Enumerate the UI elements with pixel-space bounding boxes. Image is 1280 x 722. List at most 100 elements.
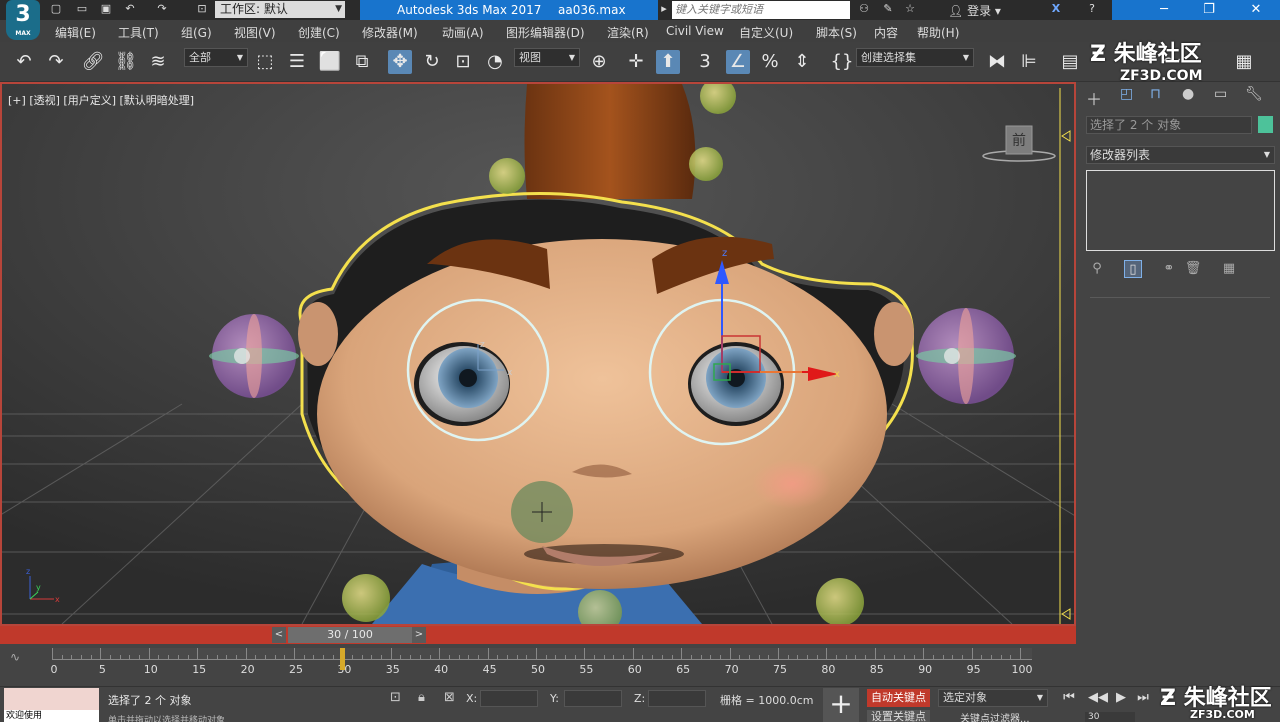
reference-coord-dropdown[interactable]: 视图 ▼ (514, 48, 580, 67)
remove-modifier-icon[interactable]: 🗑︎ (1184, 260, 1202, 278)
window-crossing-icon[interactable]: ⧉ (350, 50, 374, 74)
restore-icon[interactable]: ❐ (1189, 0, 1229, 20)
angle-snap-icon[interactable]: ∠ (726, 50, 750, 74)
maxscript-listener[interactable] (4, 688, 99, 710)
menu-views[interactable]: 视图(V) (234, 24, 276, 41)
modifier-stack[interactable] (1086, 170, 1275, 251)
previous-frame-icon[interactable]: ◀◀ (1088, 690, 1108, 705)
exchange-icon[interactable]: X (1048, 2, 1064, 16)
viewcube-front[interactable]: 前 (1012, 130, 1026, 150)
app-logo-icon[interactable]: 3 MAX (6, 0, 40, 40)
redo-small-icon[interactable]: ↷ (154, 2, 170, 16)
selection-filter-dropdown[interactable]: 全部 ▼ (184, 48, 248, 67)
menu-help[interactable]: 帮助(H) (917, 24, 959, 41)
select-scale-icon[interactable]: ⊡ (451, 50, 475, 74)
menu-group[interactable]: 组(G) (181, 24, 212, 41)
utilities-tab-icon[interactable]: 🔧︎ (1245, 86, 1263, 102)
select-by-name-icon[interactable]: ☰ (285, 50, 309, 74)
layer-manager-icon[interactable]: ▤ (1058, 50, 1082, 74)
minimize-icon[interactable]: ─ (1144, 0, 1184, 20)
favorite-star-icon[interactable]: ☆ (902, 2, 918, 16)
help-icon[interactable]: ? (1084, 2, 1100, 16)
time-slider-thumb[interactable]: 30 / 100 (288, 627, 412, 643)
viewport-shading-label[interactable]: [默认明暗处理] (120, 94, 195, 107)
menu-animation[interactable]: 动画(A) (442, 24, 484, 41)
z-coord-field[interactable] (648, 690, 706, 707)
time-next-button[interactable]: > (412, 627, 426, 643)
menu-graph-editors[interactable]: 图形编辑器(D) (506, 24, 585, 41)
viewport-menu-label[interactable]: [+] (8, 94, 26, 107)
go-to-start-icon[interactable]: ⏮ (1060, 690, 1078, 705)
pivot-center-icon[interactable]: ⊕ (587, 50, 611, 74)
align-icon[interactable]: ⊫ (1017, 50, 1041, 74)
percent-snap-icon[interactable]: % (758, 50, 782, 74)
selection-lock-icon[interactable]: 🔒︎ (418, 690, 425, 705)
curve-editor-mini-icon[interactable]: ∿ (10, 650, 20, 664)
object-name-field[interactable]: 选择了 2 个 对象 (1086, 116, 1252, 134)
modify-tab-icon[interactable]: ◰ (1120, 86, 1133, 102)
key-mode-dropdown[interactable]: 选定对象 ▼ (938, 689, 1048, 707)
binoculars-icon[interactable]: ⚇ (856, 2, 872, 16)
new-file-icon[interactable]: ▢ (48, 2, 64, 16)
menu-edit[interactable]: 编辑(E) (55, 24, 96, 41)
current-frame-marker[interactable] (340, 648, 346, 670)
spinner-snap-icon[interactable]: ⇕ (790, 50, 814, 74)
menu-scripting[interactable]: 脚本(S) (816, 24, 857, 41)
current-frame-field[interactable]: 30 (1085, 712, 1135, 722)
make-unique-icon[interactable]: ⚭ (1160, 260, 1178, 278)
y-coord-field[interactable] (564, 690, 622, 707)
menu-content[interactable]: 内容 (874, 24, 898, 41)
select-object-icon[interactable]: ⬚ (253, 50, 277, 74)
modifier-list-dropdown[interactable]: 修改器列表 ▼ (1086, 146, 1275, 164)
viewport-label[interactable]: [+] [透视] [用户定义] [默认明暗处理] (8, 92, 194, 108)
project-icon[interactable]: ⊡ (194, 2, 210, 16)
select-move-icon[interactable]: ✥ (388, 50, 412, 74)
undo-icon[interactable]: ↶ (12, 50, 36, 74)
save-file-icon[interactable]: ▣ (98, 2, 114, 16)
menu-rendering[interactable]: 渲染(R) (607, 24, 649, 41)
menu-modifiers[interactable]: 修改器(M) (362, 24, 418, 41)
maxscript-output[interactable]: 欢迎使用 MAXScript。 (4, 710, 99, 722)
bind-spacewarp-icon[interactable]: ≋ (146, 50, 170, 74)
hierarchy-tab-icon[interactable]: ⊓ (1150, 86, 1161, 102)
login-link[interactable]: 👤︎ 登录 ▾ (948, 2, 1001, 19)
add-key-button[interactable]: + (823, 688, 859, 722)
time-slider-bar[interactable] (0, 626, 1076, 644)
viewport-pov-label[interactable]: [透视] (29, 94, 60, 107)
redo-icon[interactable]: ↷ (44, 50, 68, 74)
render-setup-icon[interactable]: ▦ (1232, 50, 1256, 74)
named-selection-dropdown[interactable]: 创建选择集 ▼ (856, 48, 974, 67)
create-tab-icon[interactable]: ＋ (1086, 86, 1102, 110)
mirror-icon[interactable]: ⧓ (985, 50, 1009, 74)
track-ruler[interactable]: 0510152025303540455055606570758085909510… (51, 648, 1033, 676)
auto-key-button[interactable]: 自动关键点 (867, 689, 930, 707)
object-color-swatch[interactable] (1258, 116, 1273, 133)
menu-customize[interactable]: 自定义(U) (739, 24, 793, 41)
undo-small-icon[interactable]: ↶ (122, 2, 138, 16)
close-icon[interactable]: ✕ (1236, 0, 1276, 20)
keyboard-shortcut-override-icon[interactable]: ⬆ (656, 50, 680, 74)
configure-sets-icon[interactable]: ▦ (1220, 260, 1238, 278)
workspace-dropdown[interactable]: 工作区: 默认 ▼ (215, 1, 345, 18)
set-key-button[interactable]: 设置关键点 (867, 710, 930, 722)
x-coord-field[interactable] (480, 690, 538, 707)
rect-selection-icon[interactable]: ⬜ (318, 50, 342, 74)
motion-tab-icon[interactable]: ● (1182, 86, 1194, 102)
edit-named-selection-icon[interactable]: {} (830, 50, 854, 74)
select-rotate-icon[interactable]: ↻ (420, 50, 444, 74)
pin-stack-icon[interactable]: ⚲ (1088, 260, 1106, 278)
key-filters-button[interactable]: 关键点过滤器... (960, 710, 1030, 722)
menu-tools[interactable]: 工具(T) (118, 24, 159, 41)
open-file-icon[interactable]: ▭ (74, 2, 90, 16)
show-end-result-icon[interactable]: ▯ (1124, 260, 1142, 278)
snaps-toggle-icon[interactable]: 3 (693, 50, 717, 74)
perspective-viewport[interactable]: z x z x z x y [+] [透视] [用户定义] [默认明暗处理] 前 (0, 82, 1076, 626)
link-icon[interactable]: 🔗︎ (81, 50, 105, 74)
viewport-custom-label[interactable]: [用户定义] (63, 94, 116, 107)
menu-civil-view[interactable]: Civil View (666, 24, 724, 38)
community-icon[interactable]: ✎ (880, 2, 896, 16)
menu-create[interactable]: 创建(C) (298, 24, 340, 41)
absolute-mode-icon[interactable]: ⊠ (444, 690, 455, 705)
play-icon[interactable]: ▶ (1112, 690, 1130, 705)
search-input[interactable]: 键入关键字或短语 (672, 1, 850, 19)
